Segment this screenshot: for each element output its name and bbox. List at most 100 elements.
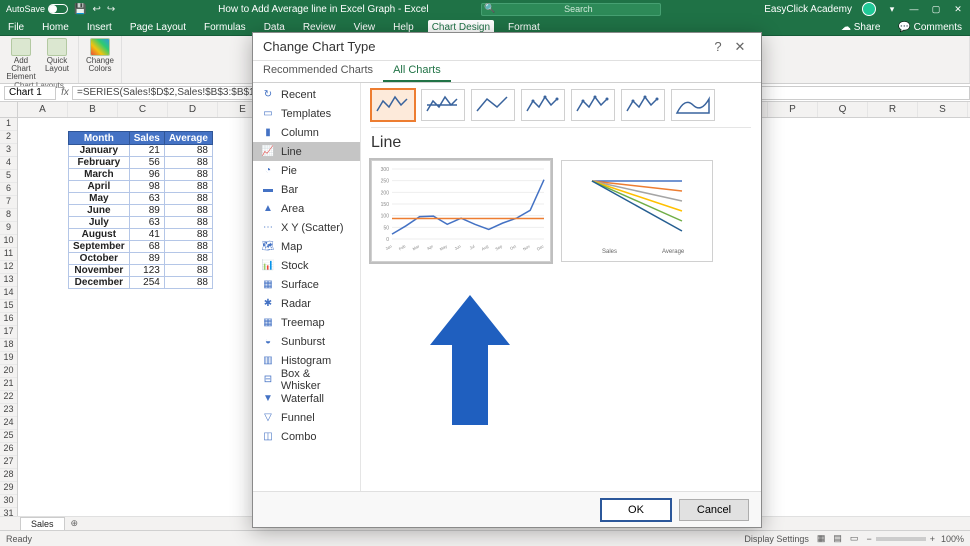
view-break-icon[interactable]: ▭ [850, 533, 859, 544]
search-input[interactable]: Search [481, 3, 661, 16]
col-header-B[interactable]: B [68, 102, 118, 117]
line-subtype-4[interactable] [521, 89, 565, 121]
ribbon-tab-home[interactable]: Home [38, 20, 73, 35]
row-header-29[interactable]: 29 [0, 482, 17, 495]
chart-type-line[interactable]: 📈Line [253, 142, 360, 161]
ribbon-options-icon[interactable]: ▾ [886, 3, 898, 15]
row-header-15[interactable]: 15 [0, 300, 17, 313]
row-header-3[interactable]: 3 [0, 144, 17, 157]
undo-icon[interactable]: ↩ [92, 4, 100, 15]
share-button[interactable]: ☁ Share [837, 20, 884, 35]
row-header-26[interactable]: 26 [0, 443, 17, 456]
save-icon[interactable]: 💾 [74, 4, 86, 15]
chart-type-surface[interactable]: ▦Surface [253, 275, 360, 294]
new-sheet-icon[interactable]: ⊕ [65, 518, 85, 529]
row-header-14[interactable]: 14 [0, 287, 17, 300]
chart-type-stock[interactable]: 📊Stock [253, 256, 360, 275]
add-chart-element-button[interactable]: Add Chart Element [4, 38, 38, 81]
row-header-7[interactable]: 7 [0, 196, 17, 209]
chart-type-map[interactable]: 🗺Map [253, 237, 360, 256]
redo-icon[interactable]: ↪ [107, 4, 115, 15]
col-header-A[interactable]: A [18, 102, 68, 117]
row-header-6[interactable]: 6 [0, 183, 17, 196]
view-normal-icon[interactable]: ▦ [817, 533, 826, 544]
row-header-17[interactable]: 17 [0, 326, 17, 339]
chart-type-recent[interactable]: ↻Recent [253, 85, 360, 104]
autosave-toggle[interactable]: AutoSave [6, 4, 68, 14]
chart-type-pie[interactable]: ◔Pie [253, 161, 360, 180]
row-header-22[interactable]: 22 [0, 391, 17, 404]
zoom-slider[interactable] [876, 537, 926, 541]
line-subtype-2[interactable] [421, 89, 465, 121]
row-header-27[interactable]: 27 [0, 456, 17, 469]
row-header-24[interactable]: 24 [0, 417, 17, 430]
line-subtype-6[interactable] [621, 89, 665, 121]
cancel-button[interactable]: Cancel [679, 499, 749, 521]
row-header-18[interactable]: 18 [0, 339, 17, 352]
chart-type-bar[interactable]: ▬Bar [253, 180, 360, 199]
row-header-25[interactable]: 25 [0, 430, 17, 443]
dialog-tab-all-charts[interactable]: All Charts [383, 61, 451, 82]
display-settings[interactable]: Display Settings [744, 534, 809, 544]
chart-type-templates[interactable]: ▭Templates [253, 104, 360, 123]
ribbon-tab-file[interactable]: File [4, 20, 28, 35]
line-subtype-7[interactable] [671, 89, 715, 121]
zoom-out-icon[interactable]: − [866, 534, 871, 544]
chart-preview-1[interactable]: 050100150200250300JanFebMarAprMayJunJulA… [371, 160, 551, 262]
row-header-20[interactable]: 20 [0, 365, 17, 378]
maximize-icon[interactable]: ▢ [930, 3, 942, 15]
chart-type-area[interactable]: ▲Area [253, 199, 360, 218]
row-header-4[interactable]: 4 [0, 157, 17, 170]
avatar[interactable] [862, 2, 876, 16]
col-header-S[interactable]: S [918, 102, 968, 117]
dialog-help-icon[interactable]: ? [707, 39, 729, 54]
chart-type-funnel[interactable]: ▽Funnel [253, 408, 360, 427]
row-header-30[interactable]: 30 [0, 495, 17, 508]
row-header-19[interactable]: 19 [0, 352, 17, 365]
col-header-D[interactable]: D [168, 102, 218, 117]
line-subtype-1[interactable] [371, 89, 415, 121]
chart-type-column[interactable]: ▮Column [253, 123, 360, 142]
row-header-23[interactable]: 23 [0, 404, 17, 417]
row-header-11[interactable]: 11 [0, 248, 17, 261]
chart-type-radar[interactable]: ✱Radar [253, 294, 360, 313]
dialog-close-icon[interactable]: ✕ [729, 39, 751, 55]
ok-button[interactable]: OK [601, 499, 671, 521]
row-header-9[interactable]: 9 [0, 222, 17, 235]
ribbon-tab-insert[interactable]: Insert [83, 20, 116, 35]
col-header-C[interactable]: C [118, 102, 168, 117]
ribbon-tab-page-layout[interactable]: Page Layout [126, 20, 190, 35]
col-header-Q[interactable]: Q [818, 102, 868, 117]
chart-type-box-whisker[interactable]: ⊟Box & Whisker [253, 370, 360, 389]
ribbon-tab-formulas[interactable]: Formulas [200, 20, 250, 35]
col-header-R[interactable]: R [868, 102, 918, 117]
fx-icon[interactable]: fx [58, 87, 72, 98]
row-header-8[interactable]: 8 [0, 209, 17, 222]
row-header-28[interactable]: 28 [0, 469, 17, 482]
name-box[interactable] [4, 86, 56, 100]
account-name[interactable]: EasyClick Academy [764, 4, 852, 15]
row-header-10[interactable]: 10 [0, 235, 17, 248]
quick-layout-button[interactable]: Quick Layout [40, 38, 74, 73]
col-header-P[interactable]: P [768, 102, 818, 117]
comments-button[interactable]: 💬 Comments [894, 20, 966, 35]
close-icon[interactable]: ✕ [952, 3, 964, 15]
chart-type-waterfall[interactable]: ▼Waterfall [253, 389, 360, 408]
row-header-2[interactable]: 2 [0, 131, 17, 144]
line-subtype-5[interactable] [571, 89, 615, 121]
chart-type-x-y-scatter-[interactable]: ⋯X Y (Scatter) [253, 218, 360, 237]
change-colors-button[interactable]: Change Colors [83, 38, 117, 73]
row-header-12[interactable]: 12 [0, 261, 17, 274]
chart-type-combo[interactable]: ◫Combo [253, 427, 360, 446]
sheet-tab-sales[interactable]: Sales [20, 517, 65, 530]
zoom-in-icon[interactable]: + [930, 534, 935, 544]
row-header-13[interactable]: 13 [0, 274, 17, 287]
row-header-21[interactable]: 21 [0, 378, 17, 391]
row-header-1[interactable]: 1 [0, 118, 17, 131]
row-header-16[interactable]: 16 [0, 313, 17, 326]
chart-preview-2[interactable]: SalesAverage [561, 160, 713, 262]
view-page-icon[interactable]: ▤ [833, 533, 842, 544]
minimize-icon[interactable]: — [908, 3, 920, 15]
chart-type-treemap[interactable]: ▦Treemap [253, 313, 360, 332]
zoom-value[interactable]: 100% [941, 534, 964, 544]
